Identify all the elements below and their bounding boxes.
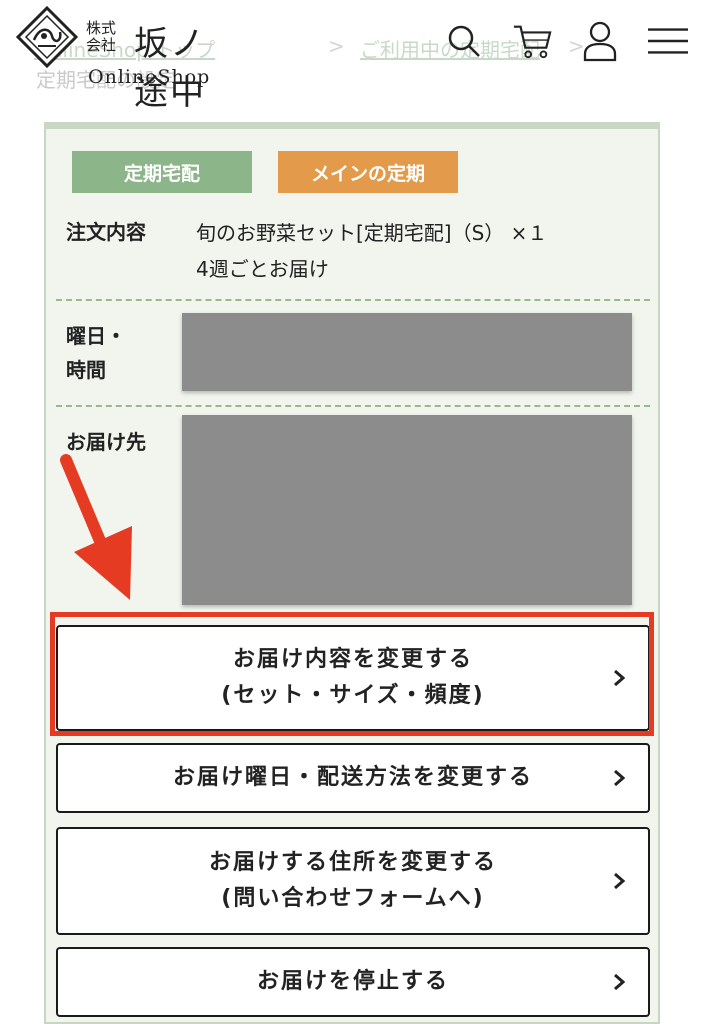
chevron-right-icon (614, 872, 626, 890)
menu-icon[interactable] (648, 18, 688, 64)
badge-main-subscription: メインの定期 (278, 151, 458, 193)
site-header: OnlineShop トップ > ご利用中の定期宅配 > 定期宅配の設定 株式会… (0, 0, 704, 113)
divider (56, 299, 650, 301)
day-time-label-line1: 曜日・ (66, 324, 126, 348)
logo-sub-text: OnlineShop (88, 66, 211, 88)
divider (56, 405, 650, 407)
change-address-button[interactable]: お届けする住所を変更する (問い合わせフォームへ) (56, 827, 650, 935)
day-time-label: 曜日・ 時間 (66, 319, 126, 387)
badge-group: 定期宅配 メインの定期 (72, 151, 458, 193)
site-logo[interactable]: 株式会社 坂ノ途中 OnlineShop (16, 6, 226, 113)
badge-subscription: 定期宅配 (72, 151, 252, 193)
red-arrow-icon (60, 454, 132, 600)
user-icon[interactable] (580, 18, 620, 64)
stop-delivery-button[interactable]: お届けを停止する (56, 947, 650, 1017)
stop-delivery-label: お届けを停止する (256, 969, 449, 994)
search-icon[interactable] (444, 18, 484, 64)
chevron-right-icon (614, 769, 626, 787)
logo-mark-icon (16, 6, 78, 68)
breadcrumb-separator: > (328, 34, 345, 58)
change-address-label: お届けする住所を変更する (208, 850, 497, 875)
cart-icon[interactable] (512, 18, 552, 64)
logo-name-text: 坂ノ途中 (134, 24, 206, 113)
chevron-right-icon (614, 973, 626, 991)
order-frequency: 4週ごとお届け (196, 257, 329, 281)
order-item: 旬のお野菜セット[定期宅配]（S） ×１ (196, 221, 548, 245)
highlight-box (50, 612, 654, 736)
logo-corp-text: 株式会社 (86, 19, 117, 54)
header-icons (444, 18, 688, 64)
change-address-sublabel: (問い合わせフォームへ) (221, 886, 485, 911)
change-day-button[interactable]: お届け曜日・配送方法を変更する (56, 743, 650, 813)
day-time-label-line2: 時間 (66, 358, 106, 382)
change-day-label: お届け曜日・配送方法を変更する (172, 765, 533, 790)
order-details: 旬のお野菜セット[定期宅配]（S） ×１ 4週ごとお届け (196, 215, 547, 287)
redacted-address (182, 415, 632, 605)
redacted-day-time (182, 313, 632, 391)
order-label: 注文内容 (66, 220, 146, 244)
